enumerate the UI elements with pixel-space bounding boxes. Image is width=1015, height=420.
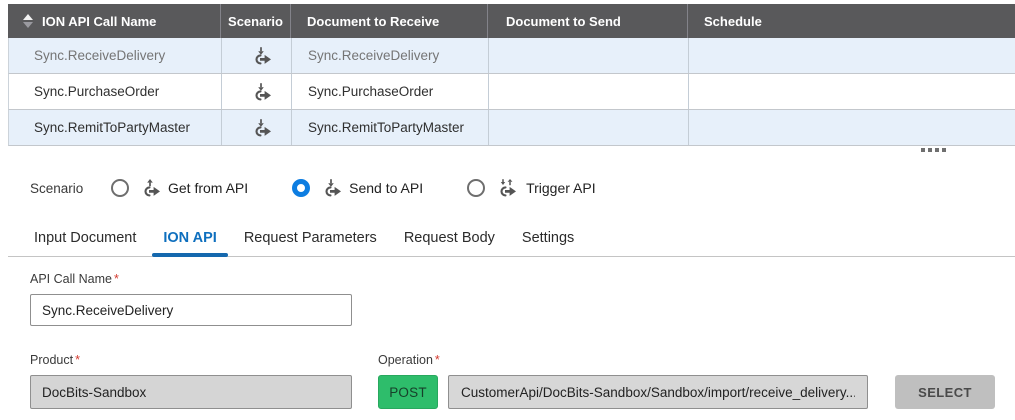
product-label: Product* bbox=[30, 353, 352, 367]
api-call-name-input[interactable] bbox=[30, 294, 352, 326]
radio-option-send-to-api[interactable]: Send to API bbox=[292, 178, 423, 198]
scenario-radio-group: Scenario Get from API Send to API Trigge… bbox=[30, 176, 596, 200]
http-method-badge: POST bbox=[378, 375, 438, 409]
cell-schedule[interactable] bbox=[688, 110, 1015, 145]
send-to-api-icon bbox=[251, 118, 273, 138]
operation-row: POST SELECT bbox=[378, 375, 995, 409]
send-to-api-icon bbox=[321, 178, 343, 198]
table-resize-handle[interactable] bbox=[921, 148, 946, 152]
radio-unchecked[interactable] bbox=[467, 179, 485, 197]
radio-option-get-from-api[interactable]: Get from API bbox=[111, 178, 248, 198]
cell-scenario[interactable] bbox=[221, 110, 291, 145]
product-operation-row: Product* Operation* POST SELECT bbox=[30, 353, 995, 409]
send-to-api-icon bbox=[251, 82, 273, 102]
cell-schedule[interactable] bbox=[688, 38, 1015, 73]
tab-input-document[interactable]: Input Document bbox=[34, 224, 136, 256]
radio-checked[interactable] bbox=[292, 179, 310, 197]
cell-api-call-name[interactable]: Sync.PurchaseOrder bbox=[9, 74, 221, 109]
cell-schedule[interactable] bbox=[688, 74, 1015, 109]
cell-document-to-send[interactable] bbox=[488, 74, 688, 109]
tab-request-parameters[interactable]: Request Parameters bbox=[244, 224, 377, 256]
table-row[interactable]: Sync.ReceiveDelivery Sync.ReceiveDeliver… bbox=[8, 38, 1015, 74]
column-header-schedule[interactable]: Schedule bbox=[687, 4, 1015, 38]
column-header-ion-api-call-name[interactable]: ION API Call Name bbox=[8, 4, 220, 38]
cell-document-to-receive[interactable]: Sync.RemitToPartyMaster bbox=[291, 110, 488, 145]
radio-option-label: Trigger API bbox=[526, 180, 596, 196]
required-asterisk: * bbox=[114, 272, 119, 286]
trigger-api-icon bbox=[496, 178, 520, 198]
sort-icon[interactable] bbox=[23, 14, 33, 28]
select-operation-button[interactable]: SELECT bbox=[895, 375, 995, 409]
product-field-group: Product* bbox=[30, 353, 352, 409]
api-calls-table: ION API Call Name Scenario Document to R… bbox=[8, 4, 1015, 146]
product-input bbox=[30, 375, 352, 409]
get-from-api-icon bbox=[140, 178, 162, 198]
radio-option-label: Get from API bbox=[168, 180, 248, 196]
cell-api-call-name[interactable]: Sync.ReceiveDelivery bbox=[9, 38, 221, 73]
column-header-label: ION API Call Name bbox=[42, 14, 156, 29]
api-call-name-field-group: API Call Name* bbox=[30, 272, 352, 326]
required-asterisk: * bbox=[75, 353, 80, 367]
radio-option-trigger-api[interactable]: Trigger API bbox=[467, 178, 596, 198]
cell-document-to-receive[interactable]: Sync.ReceiveDelivery bbox=[291, 38, 488, 73]
table-row[interactable]: Sync.PurchaseOrder Sync.PurchaseOrder bbox=[8, 74, 1015, 110]
cell-document-to-send[interactable] bbox=[488, 110, 688, 145]
column-header-document-to-send[interactable]: Document to Send bbox=[487, 4, 687, 38]
column-header-scenario[interactable]: Scenario bbox=[220, 4, 290, 38]
tab-request-body[interactable]: Request Body bbox=[404, 224, 495, 256]
detail-tabbar: Input Document ION API Request Parameter… bbox=[8, 224, 1015, 257]
cell-api-call-name[interactable]: Sync.RemitToPartyMaster bbox=[9, 110, 221, 145]
cell-scenario[interactable] bbox=[221, 74, 291, 109]
tab-settings[interactable]: Settings bbox=[522, 224, 574, 256]
operation-field-group: Operation* POST SELECT bbox=[378, 353, 995, 409]
table-header-row: ION API Call Name Scenario Document to R… bbox=[8, 4, 1015, 38]
table-row[interactable]: Sync.RemitToPartyMaster Sync.RemitToPart… bbox=[8, 110, 1015, 146]
radio-option-label: Send to API bbox=[349, 180, 423, 196]
cell-document-to-receive[interactable]: Sync.PurchaseOrder bbox=[291, 74, 488, 109]
radio-unchecked[interactable] bbox=[111, 179, 129, 197]
column-header-document-to-receive[interactable]: Document to Receive bbox=[290, 4, 487, 38]
endpoint-input bbox=[448, 375, 868, 409]
operation-label: Operation* bbox=[378, 353, 995, 367]
scenario-group-label: Scenario bbox=[30, 181, 82, 196]
required-asterisk: * bbox=[435, 353, 440, 367]
send-to-api-icon bbox=[251, 46, 273, 66]
cell-scenario[interactable] bbox=[221, 38, 291, 73]
tab-ion-api[interactable]: ION API bbox=[163, 224, 216, 256]
api-call-name-label: API Call Name* bbox=[30, 272, 352, 286]
cell-document-to-send[interactable] bbox=[488, 38, 688, 73]
